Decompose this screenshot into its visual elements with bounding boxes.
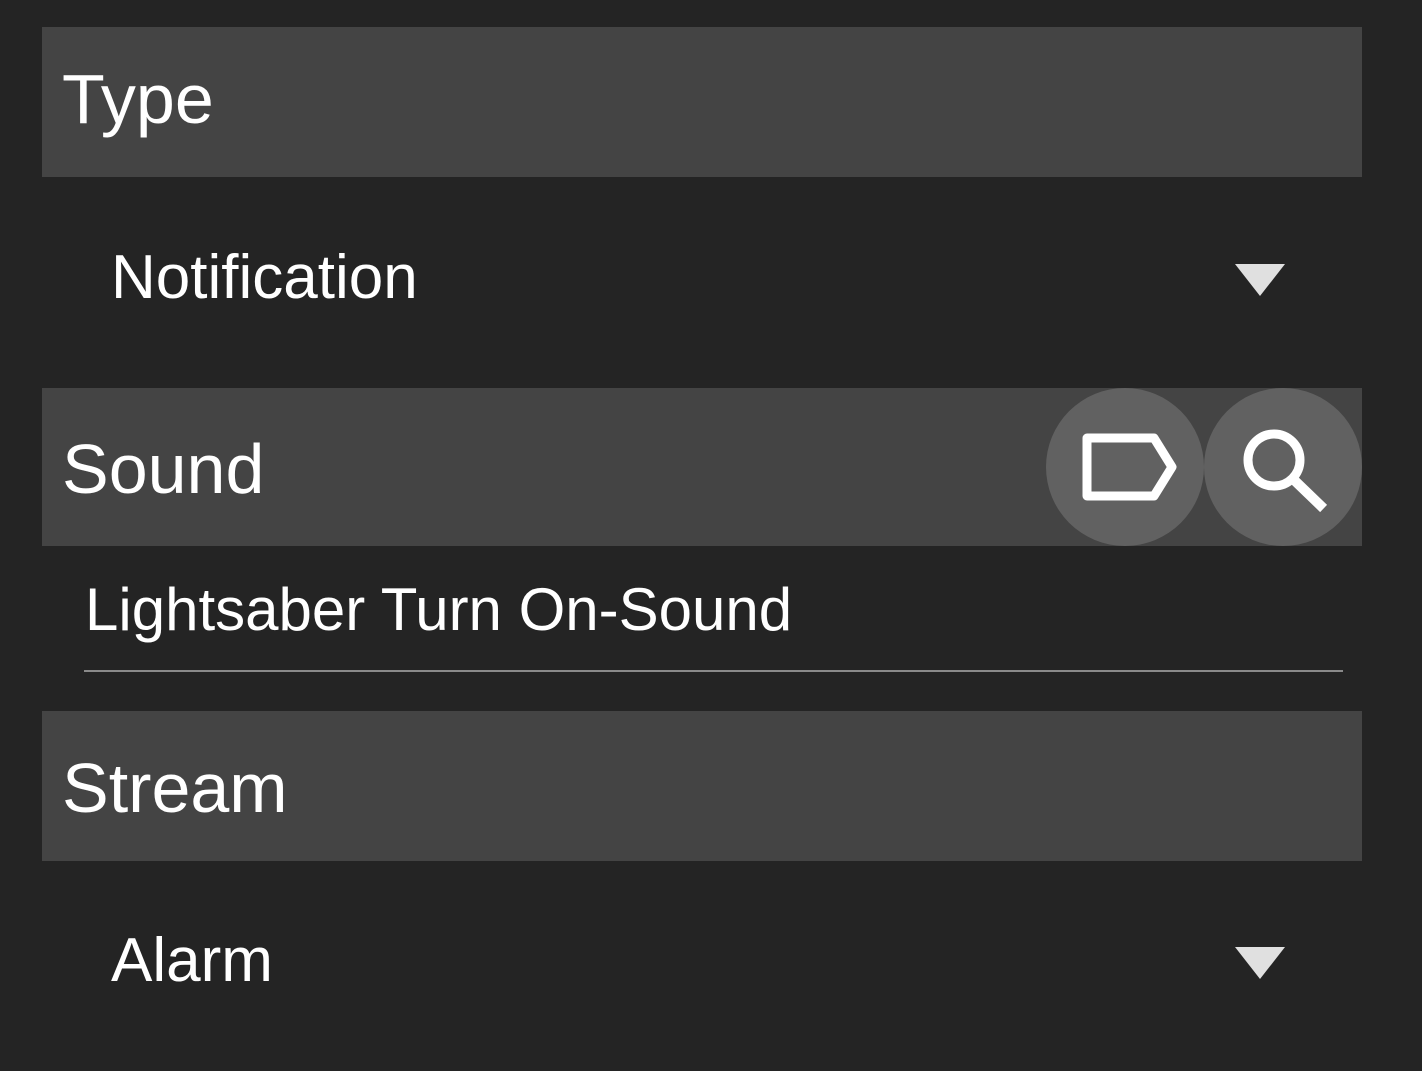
- type-section-header: Type: [42, 27, 1362, 177]
- type-header-label: Type: [62, 60, 214, 138]
- stream-section-header: Stream: [42, 711, 1362, 861]
- sound-name-value: Lightsaber Turn On-Sound: [85, 576, 793, 643]
- search-icon: [1243, 429, 1328, 513]
- dropdown-arrow-icon: [1235, 947, 1285, 979]
- stream-dropdown-value: Alarm: [111, 926, 273, 995]
- type-dropdown-value: Notification: [111, 243, 418, 312]
- dropdown-arrow-icon: [1235, 264, 1285, 296]
- sound-section-header: Sound: [42, 388, 1362, 546]
- search-button[interactable]: [1204, 388, 1362, 546]
- stream-header-label: Stream: [62, 749, 288, 827]
- sound-name-field[interactable]: Lightsaber Turn On-Sound: [84, 566, 1343, 672]
- stream-dropdown[interactable]: Alarm: [42, 900, 1362, 1020]
- tag-icon: [1082, 433, 1177, 501]
- sound-header-label: Sound: [62, 430, 265, 508]
- type-dropdown[interactable]: Notification: [42, 217, 1362, 337]
- tag-button[interactable]: [1046, 388, 1204, 546]
